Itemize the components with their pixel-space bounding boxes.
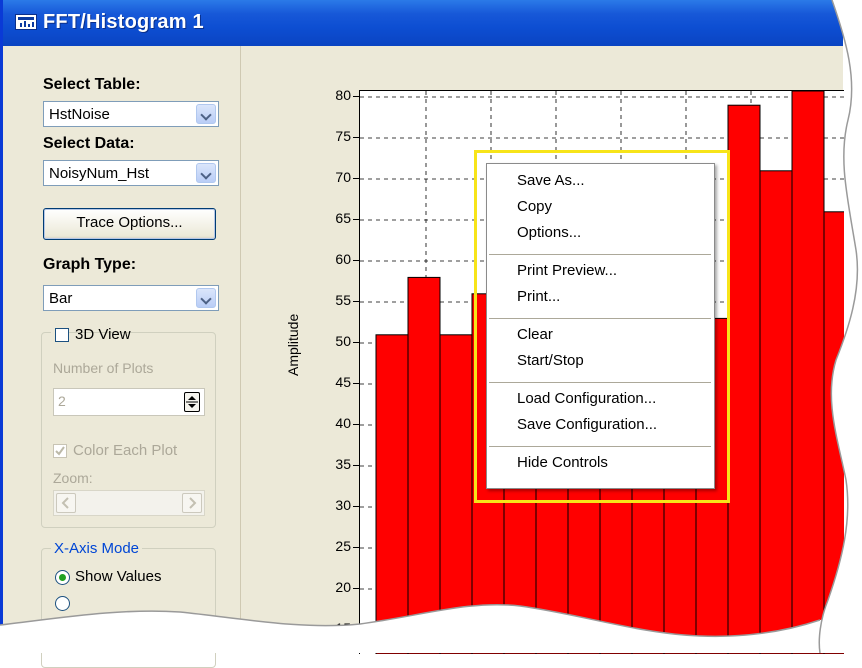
select-data-dropdown[interactable]: NoisyNum_Hst [43, 160, 219, 186]
color-each-plot-checkbox[interactable] [53, 444, 67, 458]
3d-view-legend: 3D View [51, 324, 131, 346]
context-menu-item-clear[interactable]: Clear [517, 326, 553, 343]
select-data-label: Select Data: [43, 135, 135, 152]
select-data-value: NoisyNum_Hst [49, 165, 150, 182]
show-values-label: Show Values [75, 568, 162, 585]
y-tick-label: 45 [335, 374, 351, 390]
y-tick-label: 65 [335, 210, 351, 226]
graph-type-value: Bar [49, 290, 73, 307]
select-table-dropdown[interactable]: HstNoise [43, 101, 219, 127]
context-menu-item-options[interactable]: Options... [517, 224, 581, 241]
3d-view-checkbox[interactable] [55, 328, 69, 342]
histogram-bar [759, 170, 793, 654]
menu-separator [489, 382, 711, 383]
select-table-value: HstNoise [49, 106, 110, 123]
title-bar[interactable]: FFT/Histogram 1 [3, 0, 843, 46]
number-of-plots-value: 2 [58, 393, 66, 409]
histogram-bar [791, 91, 825, 654]
chevron-down-icon[interactable] [196, 163, 216, 183]
controls-panel: Select Table: HstNoise Select Data: Nois… [3, 46, 241, 668]
histogram-bar [375, 334, 409, 654]
context-menu: Save As... Copy Options... Print Preview...… [486, 163, 715, 489]
y-tick-label: 20 [335, 579, 351, 595]
number-of-plots-label: Number of Plots [53, 360, 154, 376]
y-tick-label: 30 [335, 497, 351, 513]
x-axis-option-radio[interactable] [55, 596, 70, 611]
histogram-bar [727, 104, 761, 654]
histogram-bar [823, 211, 844, 654]
y-tick-label: 55 [335, 292, 351, 308]
number-of-plots-stepper[interactable]: 2 [53, 388, 205, 416]
x-axis-mode-legend: X-Axis Mode [51, 540, 143, 557]
zoom-label: Zoom: [53, 470, 93, 486]
chevron-down-icon[interactable] [196, 104, 216, 124]
graph-type-label: Graph Type: [43, 256, 137, 273]
context-menu-item-save-as[interactable]: Save As... [517, 172, 585, 189]
context-menu-item-hide-controls[interactable]: Hide Controls [517, 454, 608, 471]
select-table-label: Select Table: [43, 76, 141, 93]
zoom-scrollbar[interactable] [53, 490, 205, 516]
histogram-bar [407, 276, 441, 654]
y-tick-label: 70 [335, 169, 351, 185]
context-menu-item-print-preview[interactable]: Print Preview... [517, 262, 617, 279]
chart-window-icon [15, 14, 37, 30]
3d-view-label: 3D View [75, 326, 131, 343]
menu-separator [489, 254, 711, 255]
context-menu-item-start-stop[interactable]: Start/Stop [517, 352, 584, 369]
color-each-plot-label: Color Each Plot [73, 442, 178, 459]
context-menu-item-save-configuration[interactable]: Save Configuration... [517, 416, 657, 433]
trace-options-button[interactable]: Trace Options... [43, 208, 216, 240]
graph-type-dropdown[interactable]: Bar [43, 285, 219, 311]
context-menu-item-print[interactable]: Print... [517, 288, 560, 305]
menu-separator [489, 318, 711, 319]
fft-histogram-window: FFT/Histogram 1 Select Table: HstNoise S… [0, 0, 844, 668]
window-title: FFT/Histogram 1 [43, 11, 204, 33]
spin-arrows-icon[interactable] [184, 392, 200, 412]
context-menu-item-load-configuration[interactable]: Load Configuration... [517, 390, 656, 407]
y-tick-label: 40 [335, 415, 351, 431]
y-tick-label: 25 [335, 538, 351, 554]
scroll-left-icon[interactable] [56, 493, 76, 513]
scroll-right-icon[interactable] [182, 493, 202, 513]
y-tick-label: 60 [335, 251, 351, 267]
y-tick-label: 50 [335, 333, 351, 349]
y-tick-label: 15 [335, 620, 351, 636]
histogram-bar [439, 334, 473, 654]
chevron-down-icon[interactable] [196, 288, 216, 308]
context-menu-item-copy[interactable]: Copy [517, 198, 552, 215]
y-axis-label: Amplitude [285, 313, 301, 376]
menu-separator [489, 446, 711, 447]
y-tick-label: 80 [335, 87, 351, 103]
y-tick-label: 35 [335, 456, 351, 472]
show-values-radio[interactable] [55, 570, 70, 585]
y-tick-label: 75 [335, 128, 351, 144]
